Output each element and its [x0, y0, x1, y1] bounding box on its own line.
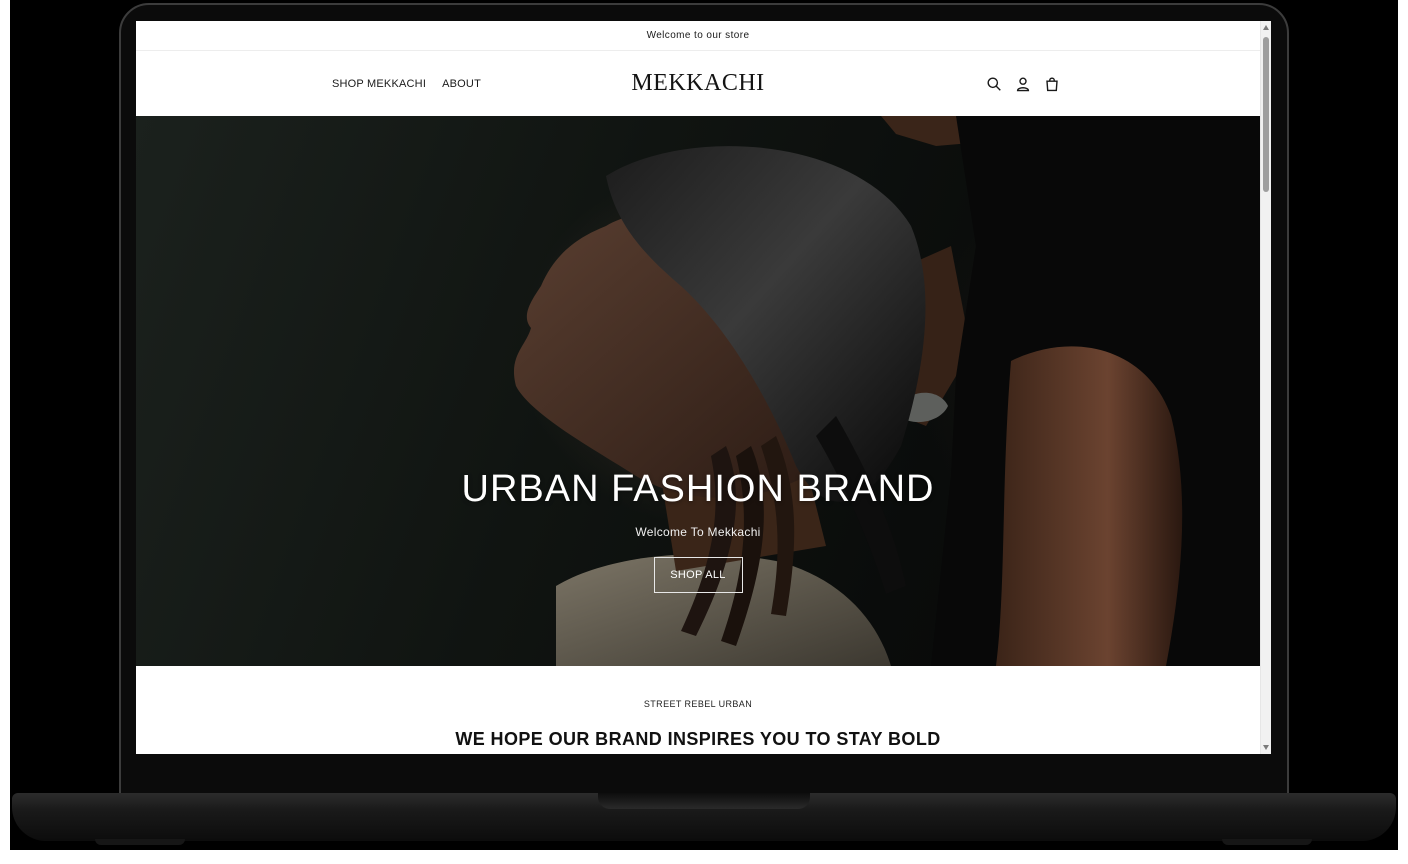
- laptop-foot-right: [1222, 839, 1312, 845]
- nav-link-about[interactable]: ABOUT: [442, 78, 481, 90]
- main-nav: SHOP MEKKACHI ABOUT: [332, 51, 481, 116]
- brand-logo-wrap: MEKKACHI: [136, 51, 1260, 116]
- search-icon[interactable]: [984, 74, 1004, 94]
- intro-eyebrow: STREET REBEL URBAN: [643, 699, 753, 709]
- nav-link-shop[interactable]: SHOP MEKKACHI: [332, 78, 426, 90]
- hero-title: URBAN FASHION BRAND: [461, 468, 935, 510]
- hero-subtitle: Welcome To Mekkachi: [635, 525, 761, 539]
- scroll-up-icon[interactable]: [1263, 25, 1269, 30]
- header-icons: [984, 51, 1062, 116]
- intro-heading: WE HOPE OUR BRAND INSPIRES YOU TO STAY B…: [455, 729, 941, 749]
- site-header: SHOP MEKKACHI ABOUT MEKKACHI: [136, 51, 1260, 116]
- scroll-down-icon[interactable]: [1263, 745, 1269, 750]
- page-scrollbar[interactable]: [1260, 21, 1271, 754]
- laptop-notch: [598, 793, 810, 809]
- scroll-thumb[interactable]: [1263, 37, 1269, 192]
- announcement-bar: Welcome to our store: [136, 21, 1260, 51]
- hero-content: URBAN FASHION BRAND Welcome To Mekkachi …: [136, 468, 1260, 593]
- announcement-text: Welcome to our store: [646, 30, 750, 41]
- laptop-screen: Welcome to our store SHOP MEKKACHI ABOUT…: [136, 21, 1271, 754]
- mockup-stage: Welcome to our store SHOP MEKKACHI ABOUT…: [0, 0, 1408, 864]
- shop-all-button[interactable]: SHOP ALL: [653, 557, 743, 593]
- account-icon[interactable]: [1013, 74, 1033, 94]
- brand-logo[interactable]: MEKKACHI: [631, 70, 764, 97]
- cart-icon[interactable]: [1042, 74, 1062, 94]
- hero-banner: URBAN FASHION BRAND Welcome To Mekkachi …: [136, 116, 1260, 666]
- laptop-foot-left: [95, 839, 185, 845]
- intro-section: STREET REBEL URBAN WE HOPE OUR BRAND INS…: [136, 666, 1260, 754]
